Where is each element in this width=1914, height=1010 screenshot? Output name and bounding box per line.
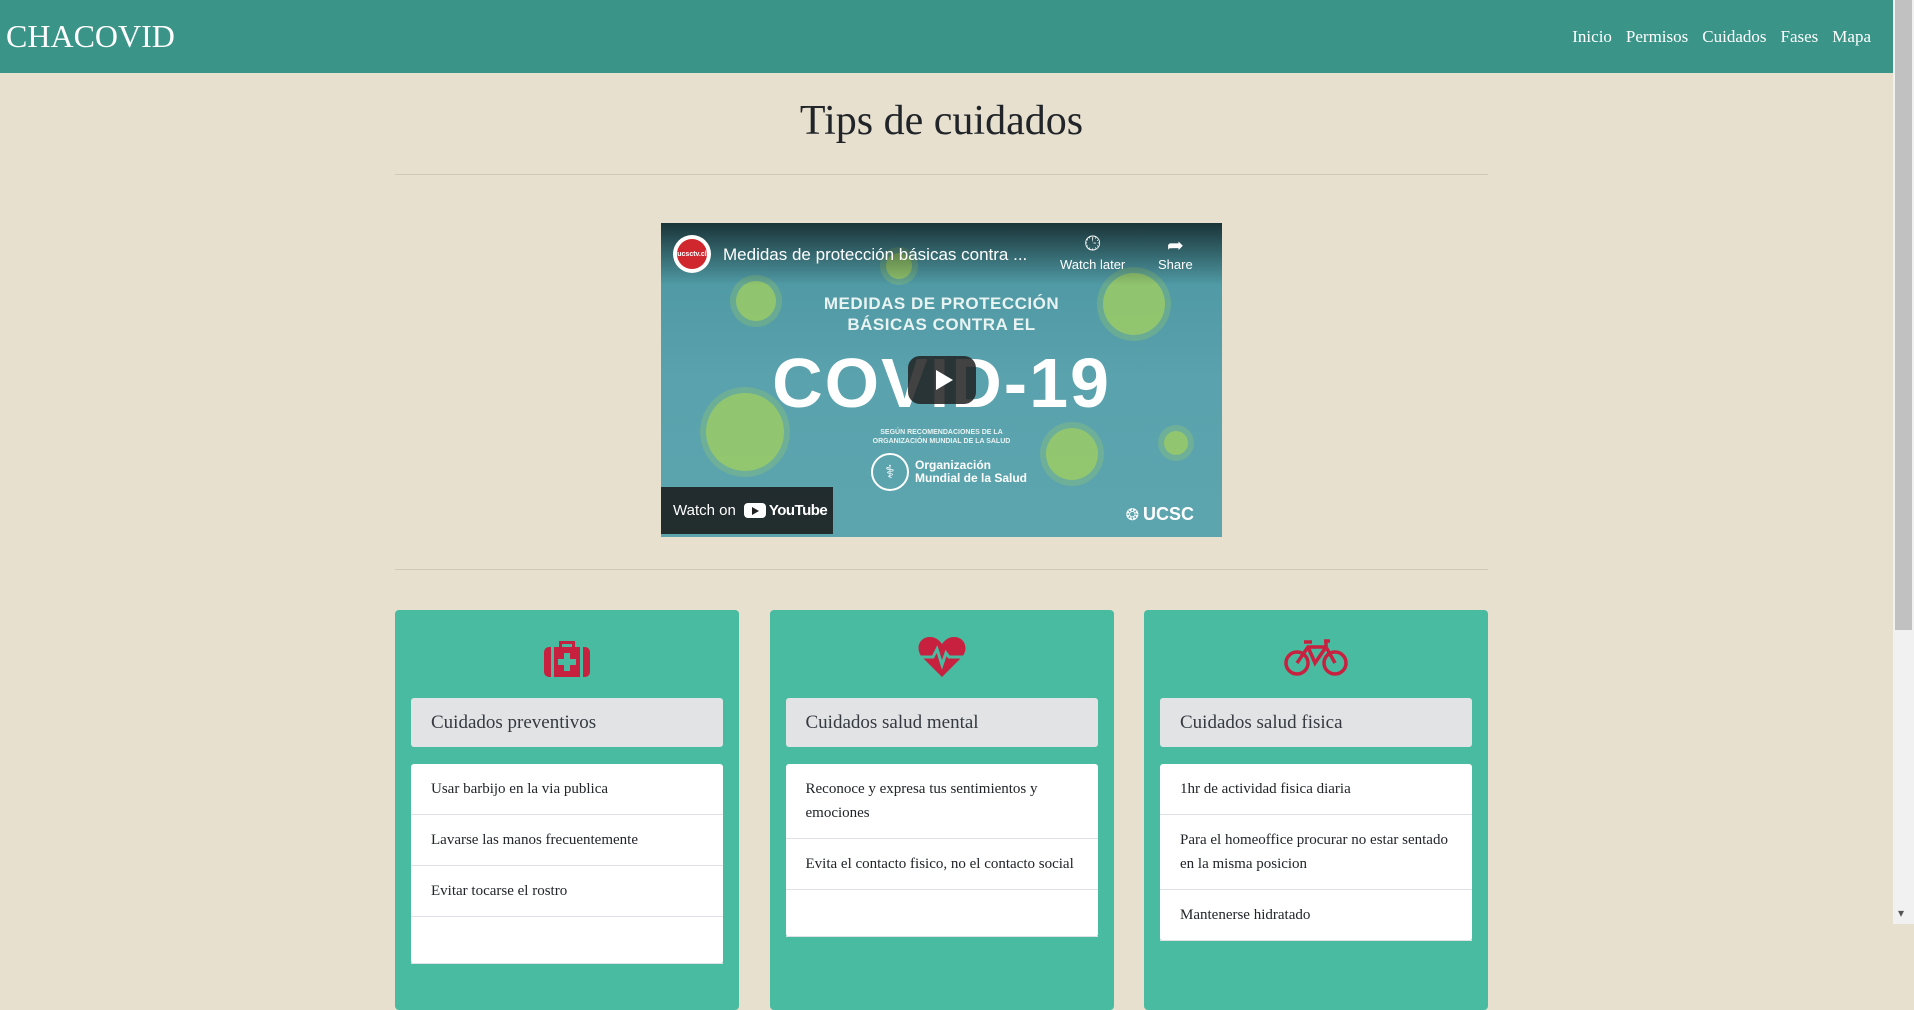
list-item	[411, 917, 723, 964]
youtube-play-icon	[743, 503, 766, 518]
brand-logo[interactable]: CHACOVID	[6, 18, 175, 55]
card-list: Usar barbijo en la via publica Lavarse l…	[411, 764, 723, 964]
nav-links: Inicio Permisos Cuidados Fases Mapa	[1572, 27, 1871, 47]
card-list: Reconoce y expresa tus sentimientos y em…	[785, 764, 1098, 937]
scrollbar-thumb[interactable]	[1895, 0, 1912, 630]
nav-link-fases[interactable]: Fases	[1781, 27, 1819, 47]
card-preventive: Cuidados preventivos Usar barbijo en la …	[395, 610, 739, 1010]
card-title: Cuidados salud fisica	[1160, 698, 1472, 747]
card-title: Cuidados salud mental	[785, 698, 1098, 747]
share-button[interactable]: ➦ Share	[1158, 233, 1193, 272]
nav-link-permisos[interactable]: Permisos	[1626, 27, 1688, 47]
scroll-down-arrow-icon[interactable]: ▾	[1898, 906, 1904, 920]
youtube-wordmark: YouTube	[768, 502, 828, 519]
list-item: Usar barbijo en la via publica	[411, 764, 723, 815]
card-list: 1hr de actividad fisica diaria Para el h…	[1160, 764, 1472, 941]
thumbnail-subtext-text: SEGÚN RECOMENDACIONES DE LA ORGANIZACIÓN…	[872, 429, 1011, 445]
main-content: Tips de cuidados ucsctv.cl Medidas de pr…	[395, 73, 1488, 1010]
play-icon	[935, 370, 953, 390]
watch-on-youtube-button[interactable]: Watch on YouTube	[661, 487, 833, 534]
navbar: CHACOVID Inicio Permisos Cuidados Fases …	[0, 0, 1893, 73]
page-title: Tips de cuidados	[799, 98, 1084, 144]
list-item: 1hr de actividad fisica diaria	[1160, 764, 1472, 815]
card-physical-health: Cuidados salud fisica 1hr de actividad f…	[1144, 610, 1488, 1010]
heartbeat-icon	[786, 610, 1098, 698]
youtube-video-embed[interactable]: ucsctv.cl Medidas de protección básicas …	[661, 223, 1222, 537]
card-title: Cuidados preventivos	[411, 698, 723, 747]
who-logo: ⚕ Organización Mundial de la Salud	[871, 453, 1027, 491]
who-name: Organización Mundial de la Salud	[915, 459, 1027, 485]
share-label: Share	[1158, 257, 1193, 272]
thumbnail-heading-line2: BÁSICAS CONTRA EL	[847, 315, 1036, 334]
share-arrow-icon: ➦	[1166, 235, 1184, 257]
channel-avatar[interactable]: ucsctv.cl	[673, 235, 711, 273]
list-item: Lavarse las manos frecuentemente	[411, 815, 723, 866]
channel-badge: ucsctv.cl	[677, 239, 707, 269]
nav-link-mapa[interactable]: Mapa	[1832, 27, 1871, 47]
divider	[395, 569, 1488, 570]
list-item: Mantenerse hidratado	[1160, 890, 1472, 941]
list-item	[785, 890, 1098, 937]
play-button[interactable]	[908, 356, 976, 404]
clock-icon: 🕒︎	[1084, 233, 1101, 255]
list-item: Evitar tocarse el rostro	[411, 866, 723, 917]
who-name-line2: Mundial de la Salud	[915, 471, 1028, 485]
video-title[interactable]: Medidas de protección básicas contra ...	[723, 245, 1027, 265]
list-item: Para el homeoffice procurar no estar sen…	[1160, 815, 1472, 890]
watch-on-label: Watch on	[673, 502, 736, 519]
list-item: Reconoce y expresa tus sentimientos y em…	[785, 764, 1098, 839]
ucsc-wordmark: UCSC	[1142, 504, 1194, 524]
list-item: Evita el contacto fisico, no el contacto…	[785, 839, 1098, 890]
nav-link-cuidados[interactable]: Cuidados	[1702, 27, 1766, 47]
youtube-logo: YouTube	[743, 502, 828, 519]
page-scrollbar[interactable]: ▾	[1893, 0, 1914, 924]
card-mental-health: Cuidados salud mental Reconoce y expresa…	[769, 610, 1114, 1010]
watch-later-label: Watch later	[1060, 257, 1126, 272]
watch-later-button[interactable]: 🕒︎ Watch later	[1060, 233, 1125, 272]
ucsc-logo: ❂ UCSC	[1126, 504, 1194, 525]
who-name-line1: Organización	[915, 458, 992, 472]
ucsc-emblem-icon: ❂	[1125, 506, 1139, 524]
who-globe-icon: ⚕	[871, 453, 909, 491]
medkit-icon	[411, 610, 723, 698]
divider	[395, 174, 1488, 175]
cards-row: Cuidados preventivos Usar barbijo en la …	[395, 610, 1488, 1010]
nav-link-inicio[interactable]: Inicio	[1572, 27, 1612, 47]
bicycle-icon	[1160, 610, 1472, 698]
thumbnail-subtext: SEGÚN RECOMENDACIONES DE LA ORGANIZACIÓN…	[661, 428, 1222, 446]
thumbnail-heading-line1: MEDIDAS DE PROTECCIÓN	[823, 294, 1060, 313]
